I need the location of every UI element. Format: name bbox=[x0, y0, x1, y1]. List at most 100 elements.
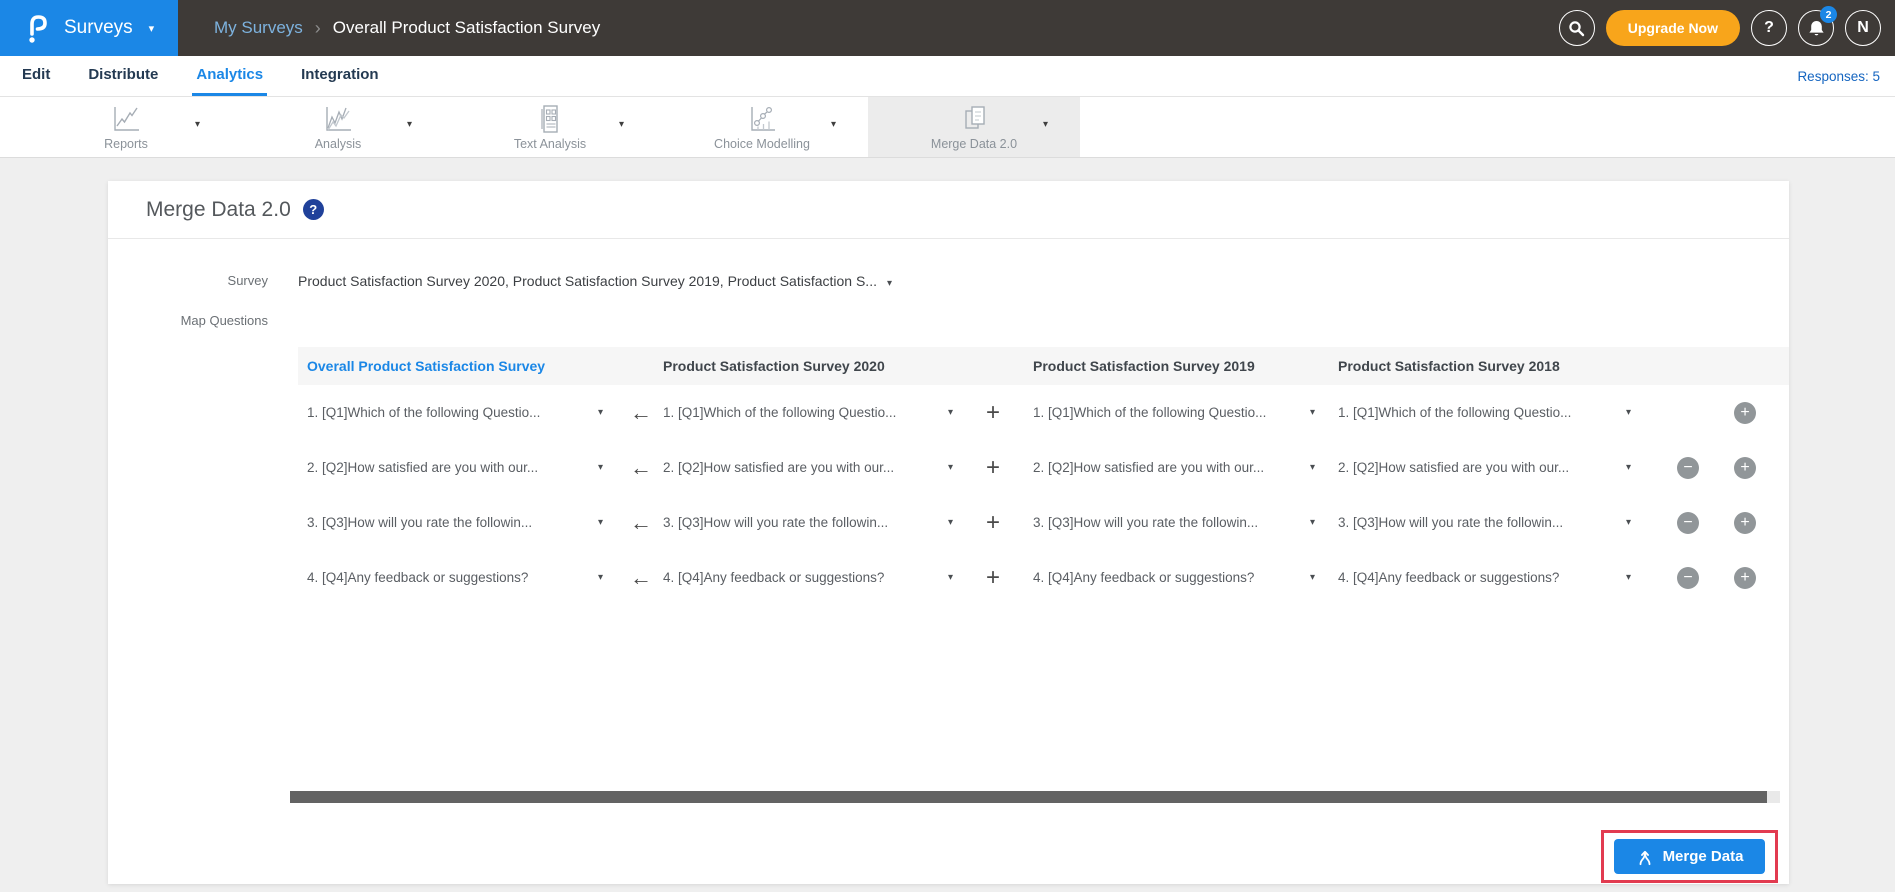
chevron-down-icon: ▾ bbox=[1625, 572, 1631, 583]
remove-row-button[interactable]: − bbox=[1677, 457, 1699, 479]
question-dropdown[interactable]: 1. [Q1]Which of the following Questio...… bbox=[663, 385, 953, 440]
bell-icon bbox=[1808, 21, 1824, 36]
add-row-button[interactable]: + bbox=[1734, 512, 1756, 534]
upgrade-now-button[interactable]: Upgrade Now bbox=[1605, 10, 1740, 46]
table-row: 4. [Q4]Any feedback or suggestions? ▾ ← 4… bbox=[298, 550, 1789, 605]
chevron-down-icon: ▾ bbox=[947, 517, 953, 528]
chevron-down-icon[interactable]: ▾ bbox=[195, 119, 200, 130]
survey-label: Survey bbox=[227, 273, 268, 288]
question-dropdown[interactable]: 1. [Q1]Which of the following Questio...… bbox=[307, 385, 603, 440]
table-row: 2. [Q2]How satisfied are you with our...… bbox=[298, 440, 1789, 495]
question-dropdown[interactable]: 4. [Q4]Any feedback or suggestions? ▾ bbox=[1338, 550, 1631, 605]
notifications-button[interactable]: 2 bbox=[1798, 6, 1837, 46]
map-questions-row: Map Questions bbox=[108, 313, 1789, 331]
line-chart-icon bbox=[114, 106, 139, 131]
question-dropdown[interactable]: 3. [Q3]How will you rate the followin...… bbox=[1033, 495, 1315, 550]
question-dropdown[interactable]: 4. [Q4]Any feedback or suggestions? ▾ bbox=[663, 550, 953, 605]
chevron-down-icon[interactable]: ▾ bbox=[831, 119, 836, 130]
plus-separator-icon: + bbox=[985, 563, 1000, 591]
scrollbar-thumb[interactable] bbox=[290, 791, 1767, 803]
text-report-icon bbox=[541, 104, 558, 133]
tab-integration[interactable]: Integration bbox=[297, 56, 383, 96]
page-title: Merge Data 2.0 bbox=[146, 197, 291, 221]
chevron-down-icon: ▾ bbox=[597, 572, 603, 583]
product-switcher[interactable]: Surveys ▾ bbox=[0, 0, 178, 56]
help-icon[interactable]: ? bbox=[302, 199, 324, 220]
question-mapping-table: Overall Product Satisfaction Survey Prod… bbox=[298, 347, 1789, 605]
chevron-down-icon[interactable]: ▾ bbox=[407, 119, 412, 130]
remove-row-button[interactable]: − bbox=[1677, 567, 1699, 589]
horizontal-scrollbar[interactable] bbox=[290, 791, 1780, 803]
column-header-overall[interactable]: Overall Product Satisfaction Survey bbox=[307, 347, 545, 385]
breadcrumb-my-surveys[interactable]: My Surveys bbox=[214, 18, 303, 38]
avatar[interactable]: N bbox=[1845, 10, 1881, 46]
chevron-down-icon: ▾ bbox=[947, 407, 953, 418]
map-arrow-icon: ← bbox=[630, 564, 652, 590]
section-nav: Edit Distribute Analytics Integration Re… bbox=[0, 56, 1895, 96]
toolbar-item-reports[interactable]: ▾ Reports bbox=[20, 97, 232, 157]
help-button[interactable]: ? bbox=[1751, 10, 1787, 46]
map-arrow-icon: ← bbox=[630, 454, 652, 480]
chevron-down-icon: ▾ bbox=[597, 462, 603, 473]
remove-row-button[interactable]: − bbox=[1677, 512, 1699, 534]
tab-edit[interactable]: Edit bbox=[18, 56, 54, 96]
breadcrumb-current: Overall Product Satisfaction Survey bbox=[332, 18, 601, 37]
question-dropdown[interactable]: 3. [Q3]How will you rate the followin...… bbox=[663, 495, 953, 550]
question-dropdown[interactable]: 3. [Q3]How will you rate the followin...… bbox=[307, 495, 603, 550]
question-dropdown[interactable]: 3. [Q3]How will you rate the followin...… bbox=[1338, 495, 1631, 550]
add-row-button[interactable]: + bbox=[1734, 402, 1756, 424]
product-name: Surveys bbox=[64, 17, 133, 38]
search-button[interactable] bbox=[1558, 10, 1595, 46]
question-dropdown[interactable]: 4. [Q4]Any feedback or suggestions? ▾ bbox=[307, 550, 603, 605]
question-dropdown[interactable]: 4. [Q4]Any feedback or suggestions? ▾ bbox=[1033, 550, 1315, 605]
chevron-down-icon[interactable]: ▾ bbox=[619, 119, 624, 130]
topbar-actions: Upgrade Now ? 2 N bbox=[1558, 6, 1895, 46]
question-dropdown[interactable]: 2. [Q2]How satisfied are you with our...… bbox=[663, 440, 953, 495]
question-dropdown[interactable]: 2. [Q2]How satisfied are you with our...… bbox=[1338, 440, 1631, 495]
breadcrumb: My Surveys › Overall Product Satisfactio… bbox=[214, 18, 600, 39]
chevron-down-icon[interactable]: ▾ bbox=[1043, 119, 1048, 130]
question-dropdown[interactable]: 1. [Q1]Which of the following Questio...… bbox=[1033, 385, 1315, 440]
survey-select[interactable]: Product Satisfaction Survey 2020, Produc… bbox=[298, 273, 892, 289]
page-content: Merge Data 2.0 ? Survey Product Satisfac… bbox=[0, 158, 1895, 892]
chevron-down-icon: ▾ bbox=[1625, 462, 1631, 473]
search-icon bbox=[1569, 20, 1585, 36]
tab-distribute[interactable]: Distribute bbox=[84, 56, 162, 96]
tab-analytics[interactable]: Analytics bbox=[192, 56, 268, 96]
notification-badge: 2 bbox=[1820, 6, 1837, 23]
plus-separator-icon: + bbox=[985, 453, 1000, 481]
plus-separator-icon: + bbox=[985, 508, 1000, 536]
table-row: 1. [Q1]Which of the following Questio...… bbox=[298, 385, 1789, 440]
merge-arrows-icon bbox=[1639, 850, 1650, 865]
merge-pages-icon bbox=[965, 105, 985, 129]
chevron-down-icon: ▾ bbox=[1625, 407, 1631, 418]
toolbar-item-text-analysis[interactable]: ▾ Text Analysis bbox=[444, 97, 656, 157]
chevron-down-icon: ▾ bbox=[148, 22, 155, 35]
breadcrumb-separator: › bbox=[314, 17, 321, 38]
column-header-2018: Product Satisfaction Survey 2018 bbox=[1338, 358, 1560, 374]
questionpro-logo-icon bbox=[29, 15, 47, 43]
chevron-down-icon: ▾ bbox=[1625, 517, 1631, 528]
multi-line-chart-icon bbox=[326, 106, 351, 131]
add-row-button[interactable]: + bbox=[1734, 457, 1756, 479]
toolbar-item-analysis[interactable]: ▾ Analysis bbox=[232, 97, 444, 157]
toolbar-item-choice-modelling[interactable]: ▾ Choice Modelling bbox=[656, 97, 868, 157]
chevron-down-icon: ▾ bbox=[597, 517, 603, 528]
chevron-down-icon: ▾ bbox=[1309, 407, 1315, 418]
map-arrow-icon: ← bbox=[630, 399, 652, 425]
column-header-2019: Product Satisfaction Survey 2019 bbox=[1033, 358, 1255, 374]
toolbar-item-merge-data[interactable]: ▾ Merge Data 2.0 bbox=[868, 97, 1080, 157]
question-dropdown[interactable]: 2. [Q2]How satisfied are you with our...… bbox=[307, 440, 603, 495]
map-questions-label: Map Questions bbox=[180, 313, 268, 328]
merge-data-button[interactable]: Merge Data bbox=[1614, 839, 1765, 874]
question-dropdown[interactable]: 1. [Q1]Which of the following Questio...… bbox=[1338, 385, 1631, 440]
chevron-down-icon: ▾ bbox=[1309, 462, 1315, 473]
chevron-down-icon: ▾ bbox=[947, 572, 953, 583]
analytics-toolbar: ▾ Reports ▾ Analysis ▾ Text Analysis ▾ C… bbox=[0, 96, 1895, 158]
responses-count: Responses: 5 bbox=[1797, 68, 1880, 84]
survey-selector-row: Survey Product Satisfaction Survey 2020,… bbox=[108, 273, 1789, 293]
choice-chart-icon bbox=[751, 106, 775, 131]
question-dropdown[interactable]: 2. [Q2]How satisfied are you with our...… bbox=[1033, 440, 1315, 495]
add-row-button[interactable]: + bbox=[1734, 567, 1756, 589]
chevron-down-icon: ▾ bbox=[1309, 572, 1315, 583]
